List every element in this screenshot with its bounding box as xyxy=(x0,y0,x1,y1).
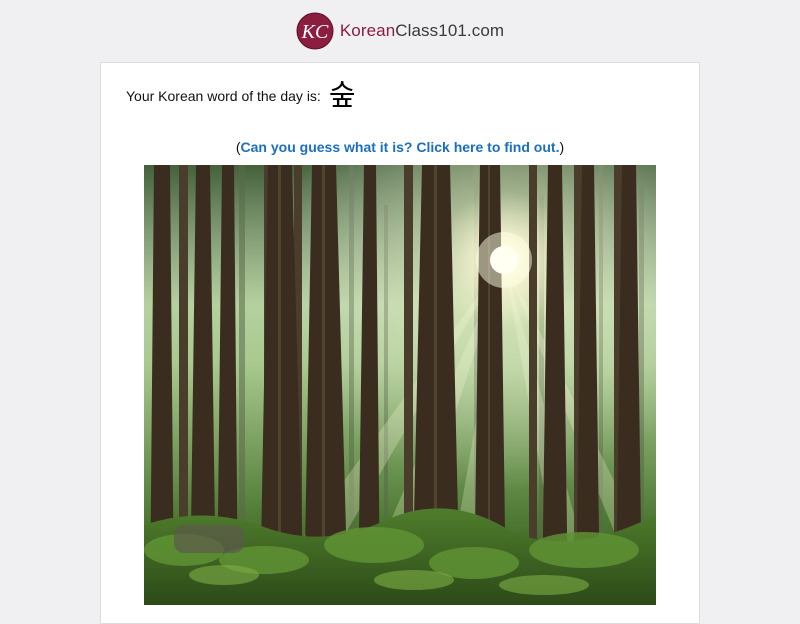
forest-image xyxy=(144,165,656,605)
email-card: Your Korean word of the day is: 숲 (Can y… xyxy=(100,62,700,624)
korean-word: 숲 xyxy=(328,78,356,112)
header: KC KoreanClass101.com xyxy=(0,0,800,62)
logo-brand: Korean xyxy=(339,21,396,40)
word-of-day-line: Your Korean word of the day is: 숲 xyxy=(126,81,356,110)
logo-domain: Class101.com xyxy=(395,21,505,40)
guess-close-paren: ) xyxy=(559,139,565,155)
word-of-day-label: Your Korean word of the day is: xyxy=(126,87,321,104)
koreanclass101-logo[interactable]: KC KoreanClass101.com xyxy=(296,12,504,50)
forest-photo[interactable] xyxy=(144,165,656,605)
guess-line: (Can you guess what it is? Click here to… xyxy=(101,139,699,155)
logo-monogram: KC xyxy=(300,21,328,43)
logo-mark-icon: KC xyxy=(296,12,334,50)
logo-text: KoreanClass101.com xyxy=(340,21,504,41)
guess-link[interactable]: Can you guess what it is? Click here to … xyxy=(241,139,560,155)
